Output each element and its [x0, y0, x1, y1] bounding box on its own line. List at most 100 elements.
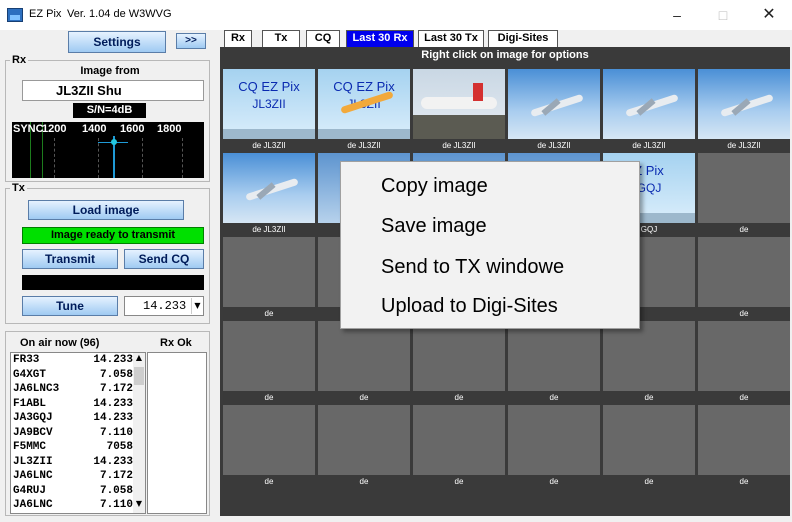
frequency-select[interactable]: 14.233 ▼	[124, 296, 204, 316]
tab-rx[interactable]: Rx	[224, 30, 252, 47]
gallery-thumbnail[interactable]	[508, 321, 600, 391]
gallery-thumbnail[interactable]	[603, 69, 695, 139]
gallery-thumbnail[interactable]	[318, 321, 410, 391]
gallery-cell[interactable]: de JL3ZII	[603, 69, 695, 151]
tune-button[interactable]: Tune	[22, 296, 118, 316]
gallery-cell[interactable]: de	[603, 405, 695, 487]
gallery-thumbnail[interactable]	[698, 153, 790, 223]
on-air-row[interactable]: JA6LNC 7.172	[13, 470, 133, 483]
on-air-row[interactable]: JL3ZII 14.233	[13, 456, 133, 469]
gallery-thumbnail[interactable]	[223, 321, 315, 391]
gallery-cell[interactable]: de	[508, 321, 600, 403]
on-air-list[interactable]: FR33 14.233 G4XGT 7.058 JA6LNC3 7.172 F1ABL 14.…	[10, 352, 146, 514]
gallery-cell[interactable]: de	[318, 321, 410, 403]
gallery-thumbnail[interactable]	[698, 321, 790, 391]
on-air-row[interactable]: FR33 14.233	[13, 354, 133, 367]
gallery-cell[interactable]: de	[413, 405, 505, 487]
on-air-row[interactable]: JA6LNC3 7.172	[13, 383, 133, 396]
scroll-thumb[interactable]	[134, 367, 144, 385]
on-air-frequency: 14.233	[93, 397, 133, 410]
gallery-thumbnail[interactable]	[223, 405, 315, 475]
gallery-thumbnail[interactable]	[508, 69, 600, 139]
spectrum-tick	[98, 138, 99, 178]
gallery-thumbnail[interactable]	[413, 69, 505, 139]
gallery-thumbnail[interactable]	[318, 405, 410, 475]
expand-button[interactable]: >>	[176, 33, 206, 49]
menu-item-upload-to-digi-sites[interactable]: Upload to Digi-Sites	[341, 288, 639, 325]
gallery-cell[interactable]: de JL3ZII	[698, 69, 790, 151]
gallery-cell[interactable]: de	[223, 237, 315, 319]
on-air-row[interactable]: F1ABL 14.233	[13, 398, 133, 411]
gallery-cell[interactable]: de	[603, 321, 695, 403]
chevron-down-icon[interactable]: ▼	[191, 298, 203, 314]
maximize-icon[interactable]: □	[700, 0, 746, 30]
tab-tx[interactable]: Tx	[262, 30, 300, 47]
gallery-cell[interactable]: de	[318, 405, 410, 487]
gallery-caption: de	[739, 477, 749, 486]
on-air-row[interactable]: G4RUJ 7.058	[13, 485, 133, 498]
gallery-caption: de	[739, 225, 749, 234]
gallery-thumbnail[interactable]	[603, 321, 695, 391]
on-air-scrollbar[interactable]: ▲ ▼	[133, 353, 145, 513]
minimize-icon[interactable]: –	[654, 0, 700, 30]
scroll-up-icon[interactable]: ▲	[133, 353, 145, 367]
gallery-cell[interactable]: de JL3ZII	[223, 153, 315, 235]
on-air-row[interactable]: JA9BCV 7.110	[13, 427, 133, 440]
gallery-thumbnail[interactable]: CQ EZ PixJL3ZII	[318, 69, 410, 139]
tab-digi-sites[interactable]: Digi-Sites	[488, 30, 558, 47]
gallery-cell[interactable]: de	[508, 405, 600, 487]
tab-last-30-tx[interactable]: Last 30 Tx	[418, 30, 484, 47]
gallery-cell[interactable]: de	[698, 153, 790, 235]
airplane-icon	[421, 97, 497, 109]
on-air-callsign: JA6LNC	[13, 499, 53, 511]
send-cq-button[interactable]: Send CQ	[124, 249, 204, 269]
on-air-row[interactable]: JA3GQJ 14.233	[13, 412, 133, 425]
gallery-caption: de	[359, 477, 369, 486]
cq-callsign: JL3ZII	[252, 97, 286, 111]
gallery-thumbnail[interactable]	[698, 237, 790, 307]
gallery-cell[interactable]: de	[698, 405, 790, 487]
gallery-thumbnail[interactable]	[603, 405, 695, 475]
gallery-cell[interactable]: de JL3ZII	[508, 69, 600, 151]
rx-ok-list[interactable]	[147, 352, 207, 514]
gallery-caption: de	[359, 393, 369, 402]
gallery-thumbnail[interactable]	[223, 237, 315, 307]
on-air-callsign: G4RUJ	[13, 484, 47, 497]
gallery-thumbnail[interactable]	[223, 153, 315, 223]
on-air-row[interactable]: G4XGT 7.058	[13, 369, 133, 382]
scroll-down-icon[interactable]: ▼	[133, 499, 145, 513]
on-air-row[interactable]: JA6LNC 7.110	[13, 499, 133, 512]
gallery-thumbnail[interactable]	[413, 405, 505, 475]
spectrum-tick	[142, 138, 143, 178]
gallery-cell[interactable]: de JL3ZII	[413, 69, 505, 151]
gallery-cell[interactable]: de	[223, 405, 315, 487]
tab-cq[interactable]: CQ	[306, 30, 340, 47]
load-image-button[interactable]: Load image	[28, 200, 184, 220]
tab-last-30-rx[interactable]: Last 30 Rx	[346, 30, 414, 47]
gallery-cell[interactable]: CQ EZ PixJL3ZIIde JL3ZII	[318, 69, 410, 151]
menu-item-save-image[interactable]: Save image	[341, 208, 639, 245]
menu-item-send-to-tx-window[interactable]: Send to TX windowe	[341, 249, 639, 286]
gallery-thumbnail[interactable]: CQ EZ PixJL3ZII	[223, 69, 315, 139]
menu-item-copy-image[interactable]: Copy image	[341, 168, 639, 205]
spectrum-label-1800: 1800	[157, 123, 182, 135]
gallery-caption: de	[644, 393, 654, 402]
gallery-caption: de	[549, 477, 559, 486]
gallery-cell[interactable]: de	[698, 237, 790, 319]
on-air-row[interactable]: F5MMC 7058	[13, 441, 133, 454]
gallery-cell[interactable]: de	[413, 321, 505, 403]
context-menu: Copy image Save image Send to TX windowe…	[340, 161, 640, 329]
on-air-callsign: JL3ZII	[13, 455, 53, 468]
gallery-cell[interactable]: CQ EZ PixJL3ZIIde JL3ZII	[223, 69, 315, 151]
gallery-thumbnail[interactable]	[508, 405, 600, 475]
close-icon[interactable]: ✕	[746, 0, 792, 30]
gallery-thumbnail[interactable]	[698, 69, 790, 139]
spectrum-marker-dot	[111, 139, 117, 145]
gallery-header: Right click on image for options	[421, 49, 589, 61]
gallery-thumbnail[interactable]	[698, 405, 790, 475]
gallery-thumbnail[interactable]	[413, 321, 505, 391]
gallery-cell[interactable]: de	[698, 321, 790, 403]
transmit-button[interactable]: Transmit	[22, 249, 118, 269]
gallery-cell[interactable]: de	[223, 321, 315, 403]
settings-button[interactable]: Settings	[68, 31, 166, 53]
